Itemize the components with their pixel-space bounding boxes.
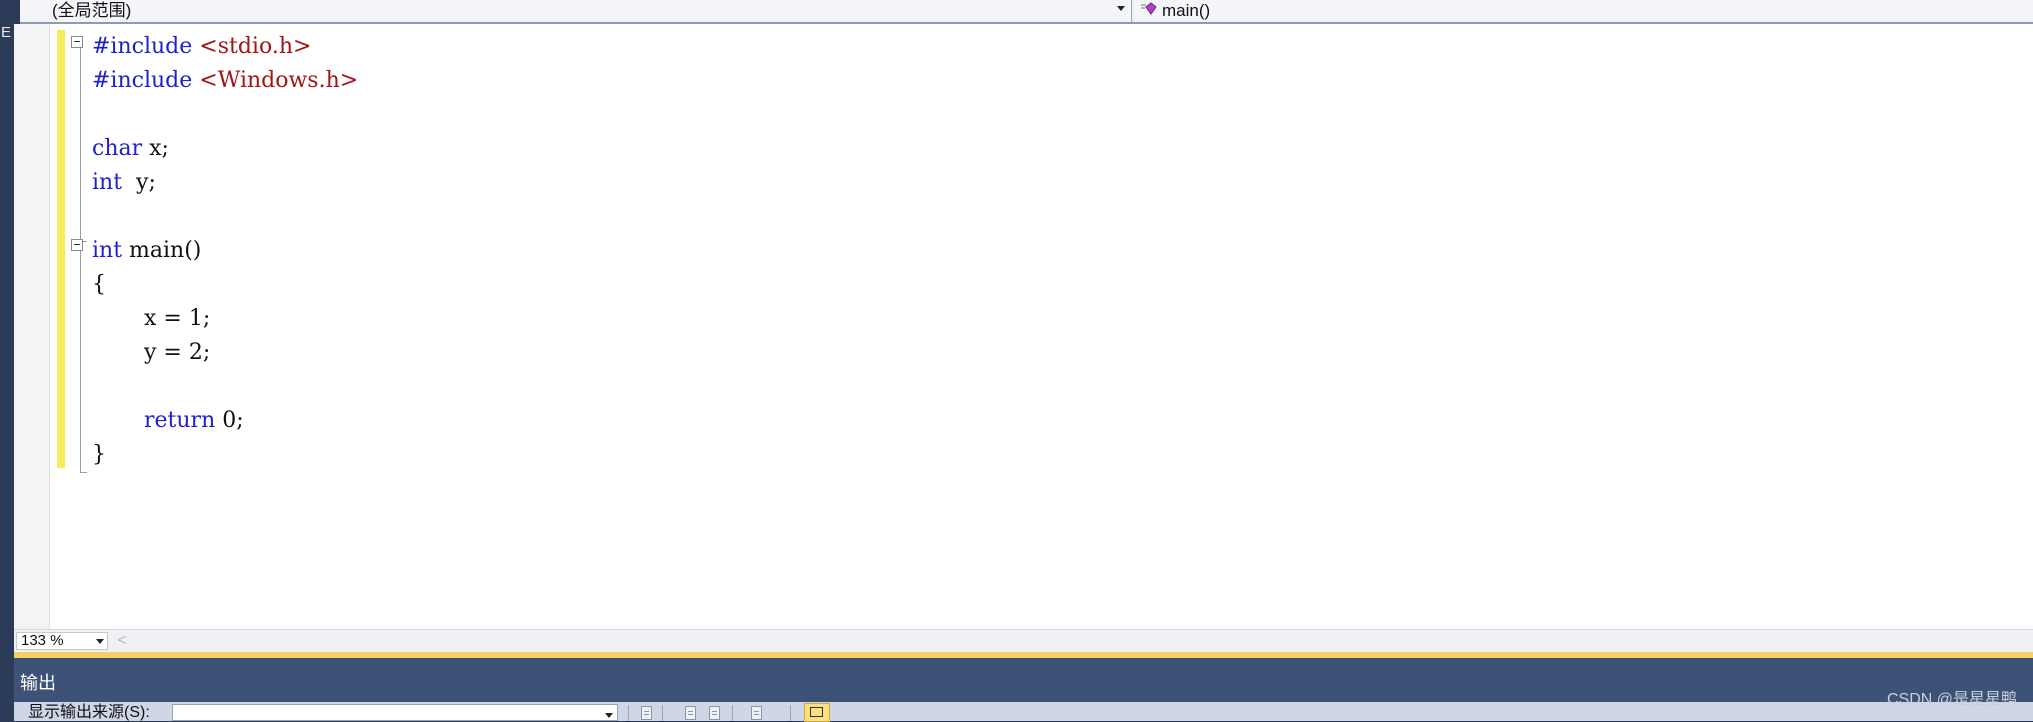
code-text-segment: main(): [122, 238, 202, 263]
watermark: CSDN @是星星鸭: [1886, 691, 2017, 708]
window-frame-left: E: [0, 0, 14, 721]
member-dropdown[interactable]: main(): [1134, 0, 2033, 22]
previous-message-icon[interactable]: [682, 705, 700, 721]
member-dropdown-value: main(): [1162, 1, 1211, 20]
code-text-segment: y = 2;: [144, 340, 211, 365]
code-line: char x;: [92, 132, 358, 166]
editor-status-strip: 133 % <: [14, 629, 2033, 652]
next-message-icon[interactable]: [706, 705, 724, 721]
scope-dropdown[interactable]: (全局范围): [20, 0, 1132, 22]
code-line: return 0;: [92, 404, 358, 438]
code-text-segment: {: [92, 272, 106, 297]
keyword: return: [144, 408, 216, 433]
code-line: int main(): [92, 234, 358, 268]
code-editor[interactable]: #include <stdio.h> #include <Windows.h> …: [14, 24, 2033, 629]
output-source-label: 显示输出来源(S):: [28, 704, 150, 721]
change-tracking-bar: [57, 30, 65, 468]
code-line: int y;: [92, 166, 358, 200]
output-toolbar: 显示输出来源(S):: [14, 702, 2033, 722]
preprocessor-directive: #include: [92, 34, 193, 59]
code-line: {: [92, 268, 358, 302]
output-panel-header: 输出: [14, 658, 2033, 702]
code-line: }: [92, 438, 358, 472]
outline-guide: [80, 248, 81, 473]
toolbar-separator: [732, 705, 733, 721]
chevron-down-icon[interactable]: [1117, 6, 1125, 11]
outline-guide-end: [80, 472, 87, 473]
code-text[interactable]: #include <stdio.h> #include <Windows.h> …: [92, 30, 358, 472]
code-text-segment: 0;: [215, 408, 244, 433]
keyword: int: [92, 170, 123, 195]
code-line: #include <Windows.h>: [92, 64, 358, 98]
keyword: int: [92, 238, 123, 263]
navigation-bar: (全局范围) main(): [20, 0, 2033, 24]
method-icon: [1141, 2, 1157, 15]
code-text-segment: x = 1;: [144, 306, 211, 331]
code-text-segment: }: [92, 442, 106, 467]
word-wrap-toggle-icon[interactable]: [804, 703, 830, 722]
code-line: x = 1;: [92, 302, 358, 336]
scope-dropdown-value: (全局范围): [52, 1, 132, 20]
outline-guide: [80, 44, 81, 242]
code-line: y = 2;: [92, 336, 358, 370]
code-text-segment: y;: [122, 170, 156, 195]
collapse-includes-icon[interactable]: [71, 36, 83, 48]
scroll-left-icon[interactable]: <: [114, 632, 130, 650]
toolbar-separator: [662, 705, 663, 721]
keyword: char: [92, 136, 143, 161]
toolbar-separator: [790, 705, 791, 721]
include-header: <stdio.h>: [199, 34, 312, 59]
find-message-icon[interactable]: [638, 705, 656, 721]
include-header: <Windows.h>: [199, 68, 359, 93]
editor-margin: [14, 24, 50, 629]
clear-all-icon[interactable]: [748, 705, 766, 721]
zoom-dropdown[interactable]: 133 %: [16, 632, 108, 650]
zoom-level: 133 %: [21, 632, 64, 649]
output-source-dropdown[interactable]: [172, 704, 618, 721]
preprocessor-directive: #include: [92, 68, 193, 93]
chevron-down-icon[interactable]: [96, 639, 104, 644]
code-text-segment: x;: [142, 136, 169, 161]
collapse-main-icon[interactable]: [71, 239, 83, 251]
chevron-down-icon[interactable]: [605, 713, 613, 718]
toolbar-separator: [628, 705, 629, 721]
code-line: #include <stdio.h>: [92, 30, 358, 64]
output-panel-title: 输出: [20, 673, 56, 693]
frame-edge-glyph: E: [1, 24, 12, 41]
